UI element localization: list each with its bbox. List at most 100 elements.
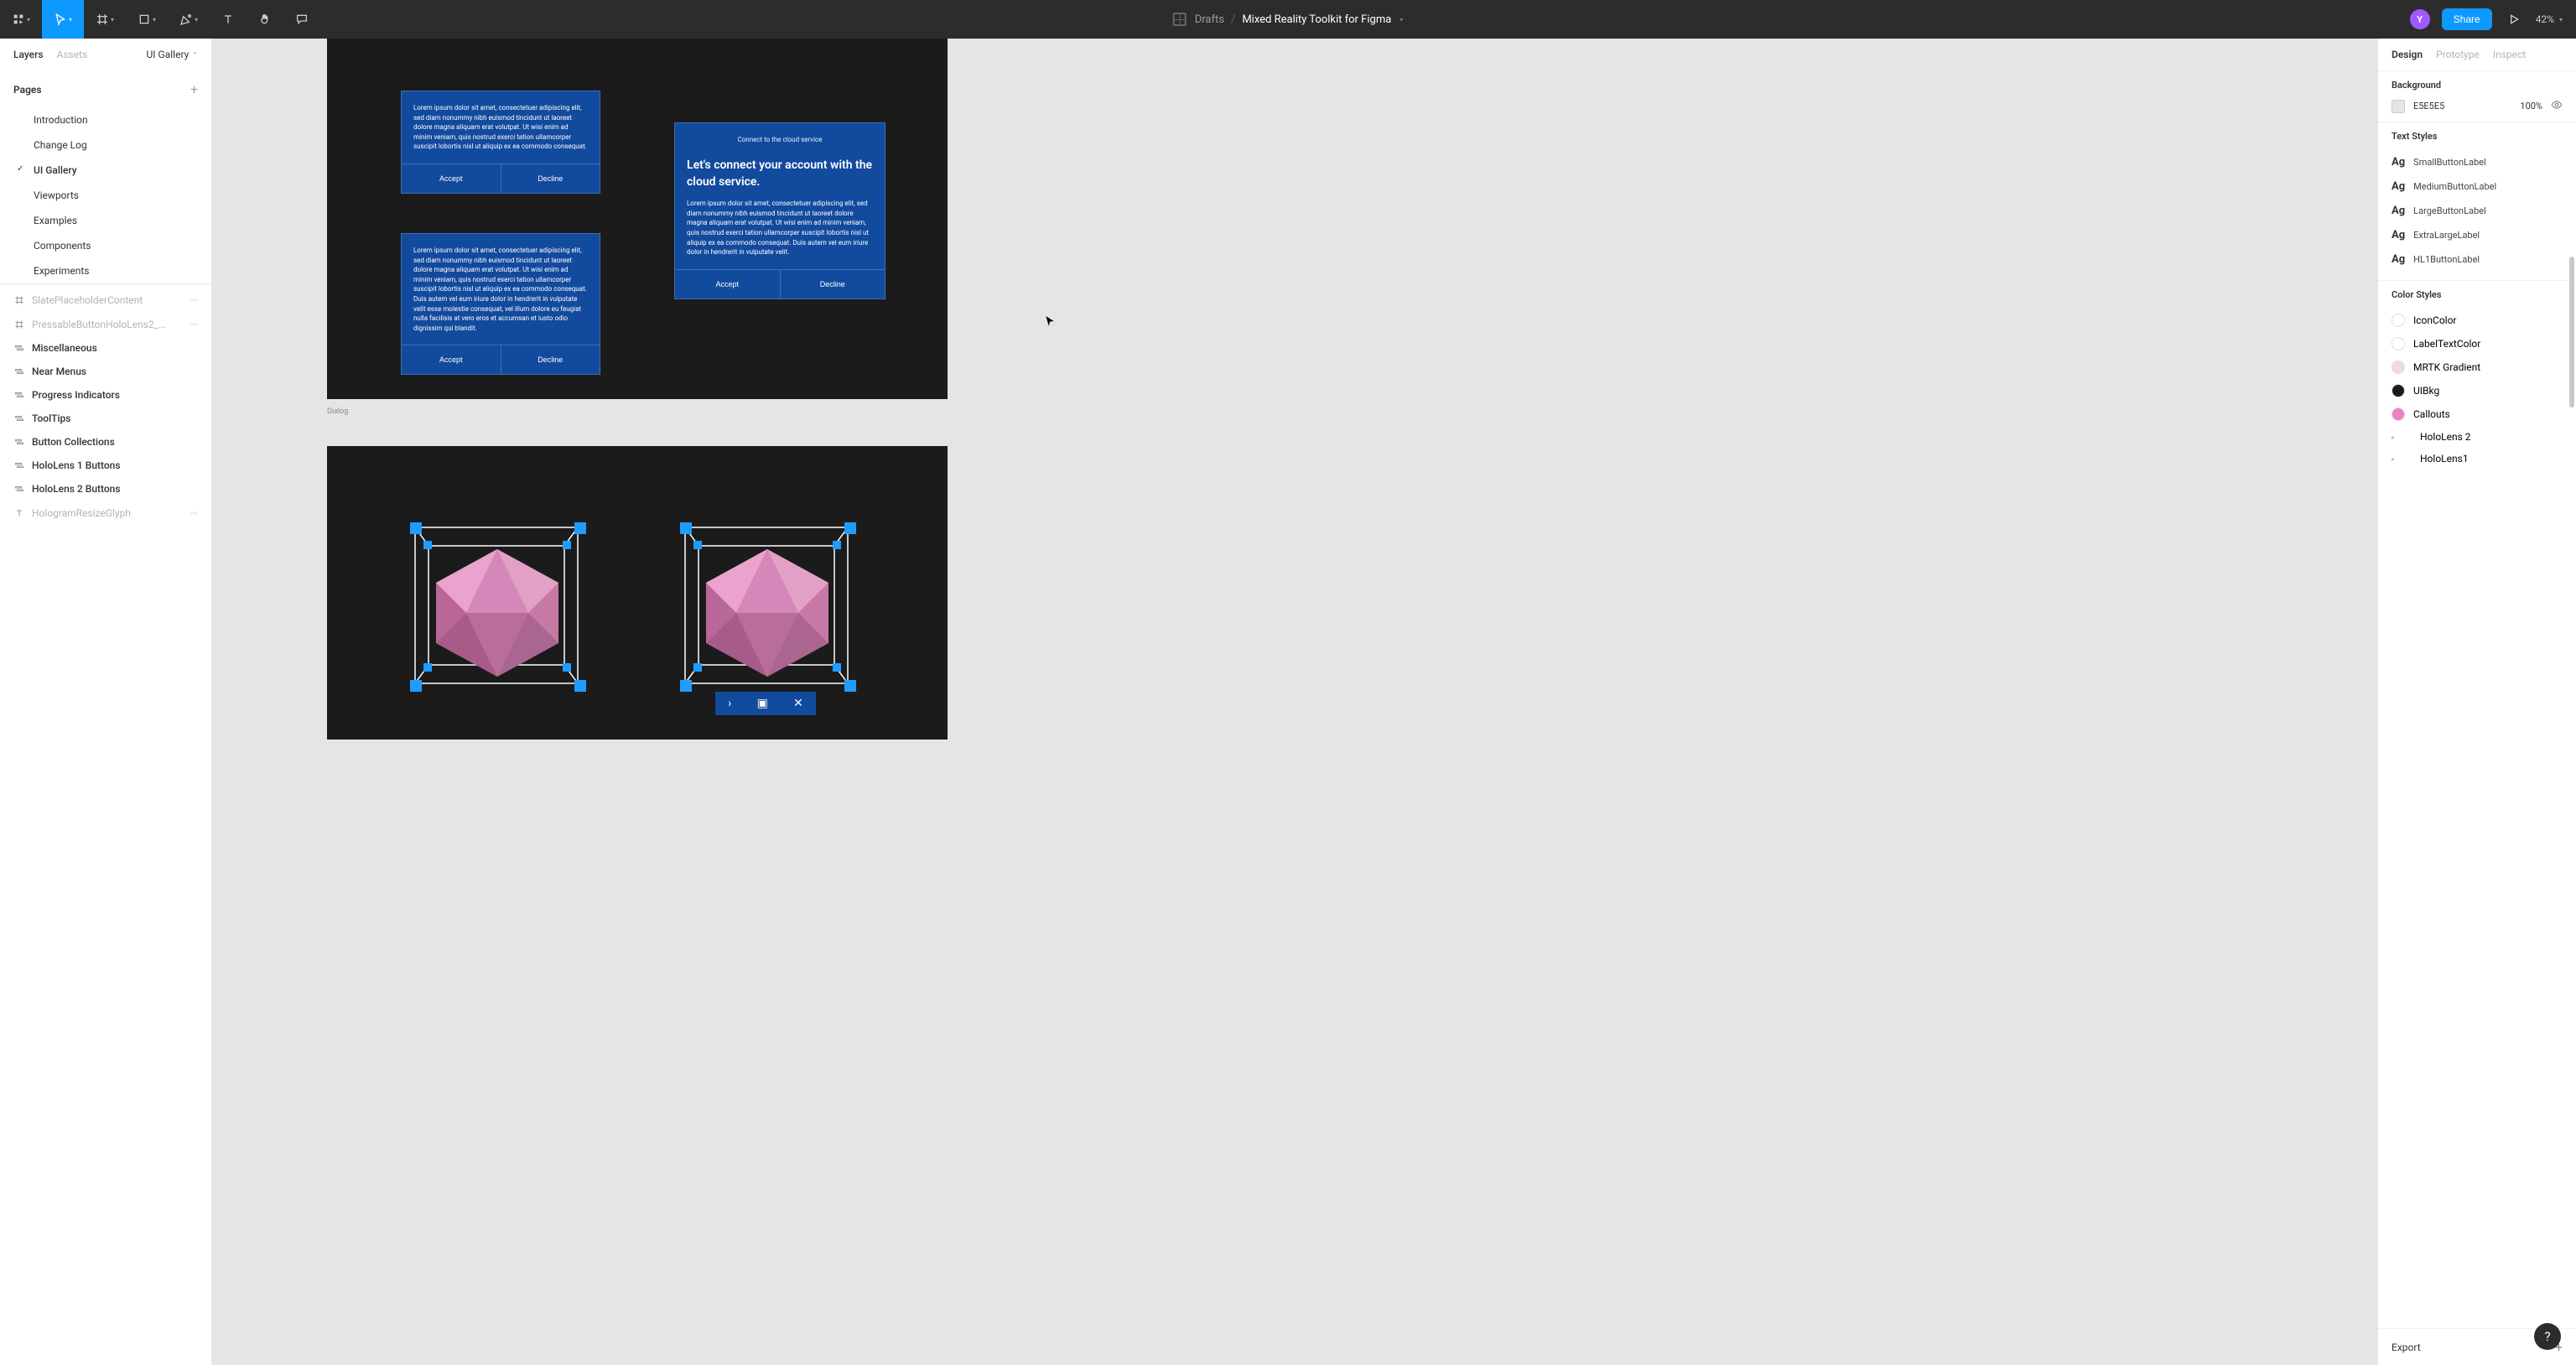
corner-handle[interactable] <box>410 680 422 692</box>
page-item[interactable]: Examples <box>0 208 211 233</box>
color-style-row[interactable]: UIBkg <box>2392 379 2563 402</box>
main-menu-button[interactable]: ▾ <box>0 0 42 39</box>
present-button[interactable] <box>2504 13 2524 26</box>
dialog-large[interactable]: Connect to the cloud service Let's conne… <box>674 122 886 299</box>
add-page-button[interactable]: + <box>190 81 198 97</box>
dialog-small-1[interactable]: Lorem ipsum dolor sit amet, consectetuer… <box>401 91 600 194</box>
text-style-row[interactable]: AgMediumButtonLabel <box>2392 174 2563 199</box>
color-style-row[interactable]: LabelTextColor <box>2392 332 2563 356</box>
tab-assets[interactable]: Assets <box>57 49 88 60</box>
pages-title: Pages <box>13 84 42 96</box>
text-style-row[interactable]: AgExtraLargeLabel <box>2392 223 2563 247</box>
dialog-subtitle: Connect to the cloud service <box>687 135 873 145</box>
color-style-row[interactable]: Callouts <box>2392 402 2563 426</box>
close-icon[interactable]: ✕ <box>793 697 803 710</box>
accept-button[interactable]: Accept <box>402 164 501 193</box>
tab-prototype[interactable]: Prototype <box>2436 49 2480 60</box>
wave-icon: 〰 <box>190 506 198 519</box>
page-item[interactable]: Experiments <box>0 258 211 283</box>
background-opacity[interactable]: 100% <box>2520 101 2542 112</box>
layer-row[interactable]: PressableButtonHoloLens2_...〰 <box>0 312 211 336</box>
pages-header: Pages + <box>0 71 211 107</box>
layer-row[interactable]: Miscellaneous <box>0 336 211 360</box>
layer-label: Miscellaneous <box>32 342 97 354</box>
layer-label: PressableButtonHoloLens2_... <box>32 319 167 330</box>
layer-label: Near Menus <box>32 366 86 377</box>
share-button[interactable]: Share <box>2442 8 2492 30</box>
help-button[interactable]: ? <box>2534 1323 2561 1350</box>
breadcrumb[interactable]: Drafts / Mixed Reality Toolkit for Figma… <box>1195 13 1404 26</box>
accept-button[interactable]: Accept <box>402 345 501 374</box>
corner-handle[interactable] <box>844 680 856 692</box>
page-item[interactable]: Viewports <box>0 183 211 208</box>
color-style-row[interactable]: IconColor <box>2392 309 2563 332</box>
layer-row[interactable]: HoloLens 2 Buttons <box>0 477 211 501</box>
corner-handle[interactable] <box>574 680 586 692</box>
bounding-box-1[interactable] <box>403 512 589 698</box>
color-group-row[interactable]: ▸HoloLens1 <box>2392 448 2563 470</box>
breadcrumb-separator: / <box>1231 13 1235 26</box>
tab-layers[interactable]: Layers <box>13 49 44 60</box>
layer-row[interactable]: Button Collections <box>0 430 211 454</box>
frame-tool-button[interactable]: ▾ <box>84 0 126 39</box>
chevron-down-icon[interactable]: ▾ <box>1400 16 1403 23</box>
avatar[interactable]: Y <box>2410 9 2430 29</box>
decline-button[interactable]: Decline <box>501 345 600 374</box>
canvas[interactable]: Dialog Lorem ipsum dolor sit amet, conse… <box>212 39 2377 1365</box>
tab-design[interactable]: Design <box>2392 49 2423 60</box>
layer-row[interactable]: Near Menus <box>0 360 211 383</box>
layer-row[interactable]: SlatePlaceholderContent〰 <box>0 288 211 312</box>
app-bar[interactable]: › ▣ ✕ <box>715 692 816 715</box>
zoom-control[interactable]: 42% ▾ <box>2536 13 2563 25</box>
color-style-name: UIBkg <box>2413 385 2439 397</box>
icosahedron-model <box>694 546 841 680</box>
corner-handle[interactable] <box>410 522 422 534</box>
background-hex[interactable]: E5E5E5 <box>2413 101 2511 112</box>
corner-handle[interactable] <box>680 680 692 692</box>
right-sidebar: Design Prototype Inspect Background E5E5… <box>2377 39 2576 1365</box>
corner-handle[interactable] <box>680 522 692 534</box>
layer-row[interactable]: ToolTips <box>0 407 211 430</box>
background-swatch[interactable] <box>2392 100 2405 113</box>
text-style-row[interactable]: AgHL1ButtonLabel <box>2392 247 2563 272</box>
comment-tool-button[interactable] <box>283 0 320 39</box>
accept-button[interactable]: Accept <box>675 270 781 298</box>
dialog-body: Lorem ipsum dolor sit amet, consectetuer… <box>402 91 600 163</box>
move-tool-button[interactable]: ▾ <box>42 0 84 39</box>
color-group-row[interactable]: ▸HoloLens 2 <box>2392 426 2563 448</box>
page-item[interactable]: Introduction <box>0 107 211 132</box>
layer-row[interactable]: HoloLens 1 Buttons <box>0 454 211 477</box>
breadcrumb-file[interactable]: Mixed Reality Toolkit for Figma <box>1242 13 1391 26</box>
text-icon <box>13 508 25 518</box>
tab-inspect[interactable]: Inspect <box>2493 49 2526 60</box>
pen-tool-button[interactable]: ▾ <box>168 0 210 39</box>
layer-row[interactable]: HologramResizeGlyph 〰 <box>0 501 211 525</box>
cube-icon[interactable]: ▣ <box>757 697 768 710</box>
current-page-dropdown[interactable]: UI Gallery ⌃ <box>147 49 198 60</box>
layer-label: Progress Indicators <box>32 389 120 401</box>
text-style-row[interactable]: AgSmallButtonLabel <box>2392 150 2563 174</box>
right-panel-scrollbar[interactable] <box>2569 257 2574 407</box>
color-style-row[interactable]: MRTK Gradient <box>2392 356 2563 379</box>
page-item[interactable]: Change Log <box>0 132 211 158</box>
shape-tool-button[interactable]: ▾ <box>126 0 168 39</box>
visibility-toggle-icon[interactable] <box>2551 99 2563 113</box>
adjust-icon[interactable]: › <box>728 697 731 710</box>
text-style-row[interactable]: AgLargeButtonLabel <box>2392 199 2563 223</box>
layer-row[interactable]: Progress Indicators <box>0 383 211 407</box>
corner-handle[interactable] <box>574 522 586 534</box>
group-icon <box>13 484 25 494</box>
page-item[interactable]: UI Gallery <box>0 158 211 183</box>
hand-tool-button[interactable] <box>247 0 283 39</box>
decline-button[interactable]: Decline <box>781 270 886 298</box>
layer-label: HoloLens 1 Buttons <box>32 459 121 471</box>
decline-button[interactable]: Decline <box>501 164 600 193</box>
page-item[interactable]: Components <box>0 233 211 258</box>
bounding-box-2[interactable]: › ▣ ✕ <box>673 512 860 698</box>
corner-handle[interactable] <box>844 522 856 534</box>
chevron-down-icon: ▾ <box>69 16 72 23</box>
breadcrumb-folder[interactable]: Drafts <box>1195 13 1224 26</box>
text-tool-button[interactable] <box>210 0 247 39</box>
dialog-small-2[interactable]: Lorem ipsum dolor sit amet, consectetuer… <box>401 233 600 375</box>
layer-label: HologramResizeGlyph <box>32 507 131 519</box>
